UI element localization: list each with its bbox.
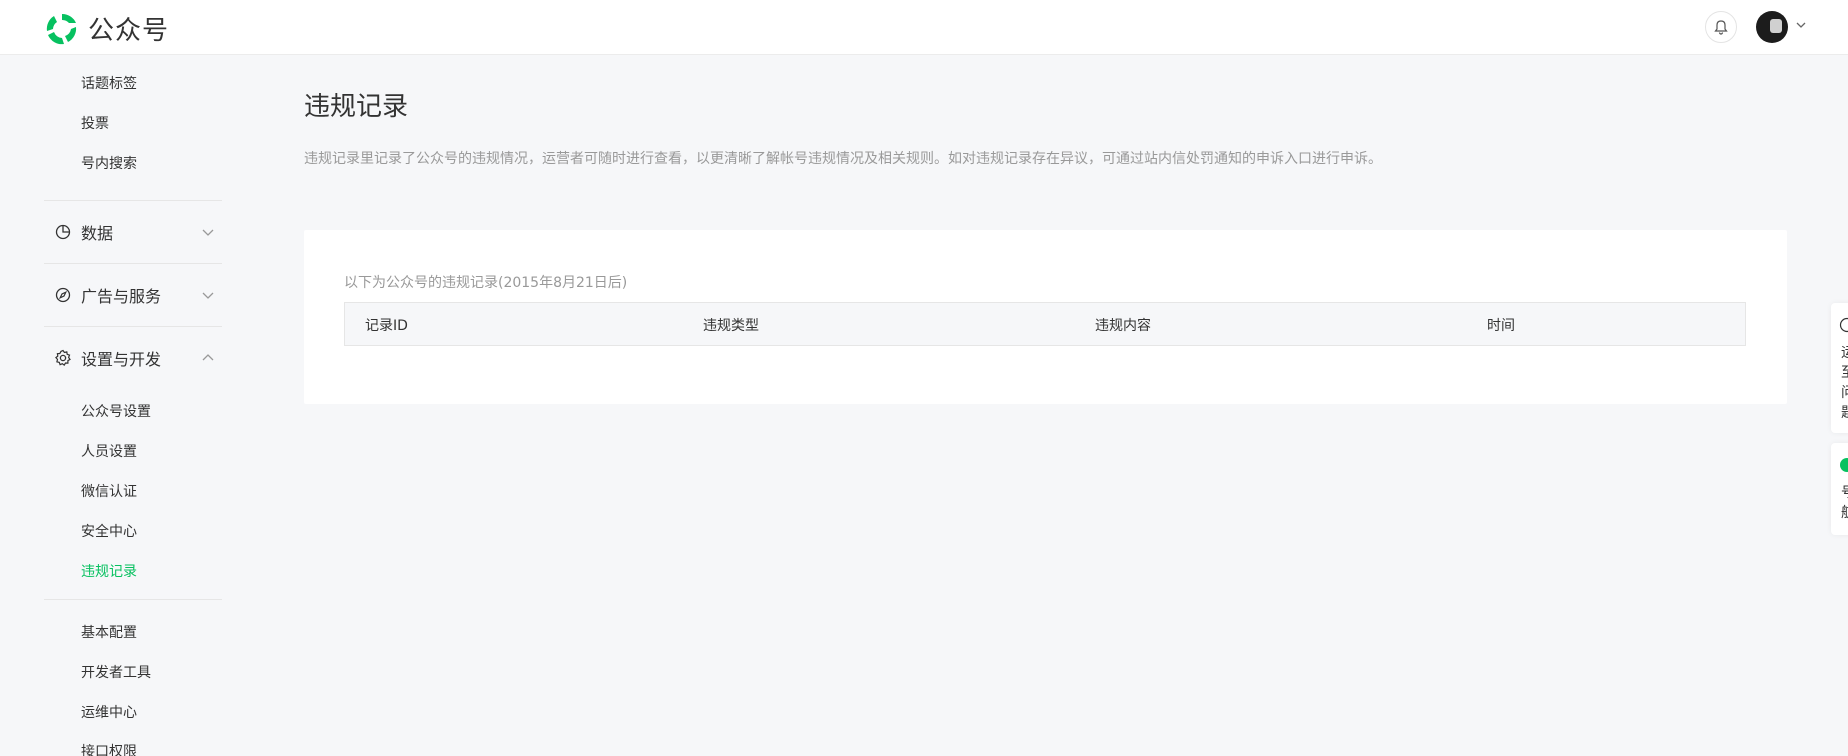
green-dot-icon	[1840, 458, 1848, 472]
chevron-down-icon	[202, 229, 214, 236]
floating-text: 问	[1841, 383, 1848, 403]
sidebar-item-api-permissions[interactable]: 接口权限	[81, 741, 137, 756]
sidebar-item-ops-center[interactable]: 运维中心	[81, 702, 137, 722]
sidebar-item-violation-records[interactable]: 违规记录	[81, 561, 137, 581]
sidebar-item-security-center[interactable]: 安全中心	[81, 521, 137, 541]
violation-records-card: 以下为公众号的违规记录(2015年8月21日后) 记录ID 违规类型 违规内容 …	[304, 230, 1787, 404]
sidebar-divider	[44, 200, 222, 201]
sidebar-item-dev-tools[interactable]: 开发者工具	[81, 662, 151, 682]
sidebar-group-data[interactable]: 数据	[44, 218, 222, 246]
floating-help-panel[interactable]: 运 至 问 题	[1831, 303, 1848, 433]
compass-icon	[53, 285, 73, 305]
chevron-down-icon[interactable]	[1795, 19, 1807, 31]
notification-button[interactable]	[1705, 11, 1737, 43]
app-name: 公众号	[88, 16, 170, 46]
sidebar-group-label: 广告与服务	[81, 287, 162, 306]
sidebar-group-label: 数据	[81, 224, 114, 243]
top-bar: 公众号	[0, 0, 1848, 55]
chevron-down-icon	[202, 292, 214, 299]
table-header-content: 违规内容	[1095, 318, 1151, 334]
wechat-logo-icon	[46, 13, 77, 44]
logo[interactable]: 公众号	[44, 10, 169, 47]
table-header-type: 违规类型	[703, 318, 759, 334]
floating-text: 运	[1841, 343, 1848, 363]
table-header-time: 时间	[1487, 318, 1515, 334]
sidebar-divider	[44, 599, 222, 600]
chevron-up-icon	[202, 354, 214, 361]
pie-chart-icon	[53, 222, 73, 242]
records-table-header: 记录ID 违规类型 违规内容 时间	[344, 302, 1746, 346]
sidebar-item-account-settings[interactable]: 公众号设置	[81, 401, 151, 421]
page-title: 违规记录	[304, 92, 409, 122]
sidebar-group-settings[interactable]: 设置与开发	[44, 344, 222, 372]
sidebar-group-label: 设置与开发	[81, 350, 162, 369]
sidebar-divider	[44, 263, 222, 264]
bell-icon	[1714, 20, 1728, 35]
avatar[interactable]	[1756, 11, 1788, 43]
floating-text: 航	[1841, 503, 1848, 523]
gear-icon	[53, 348, 73, 368]
sidebar-group-ads[interactable]: 广告与服务	[44, 281, 222, 309]
floating-nav-panel[interactable]: 号 航	[1831, 443, 1848, 535]
sidebar-divider	[44, 326, 222, 327]
floating-text: 题	[1841, 403, 1848, 423]
table-header-record-id: 记录ID	[365, 318, 408, 334]
floating-text: 号	[1841, 483, 1848, 503]
sidebar-item-basic-config[interactable]: 基本配置	[81, 622, 137, 642]
sidebar-item-search[interactable]: 号内搜索	[81, 153, 137, 173]
card-caption: 以下为公众号的违规记录(2015年8月21日后)	[344, 275, 628, 291]
page-description: 违规记录里记录了公众号的违规情况，运营者可随时进行查看，以更清晰了解帐号违规情况…	[304, 151, 1382, 167]
question-icon	[1839, 317, 1848, 333]
floating-text: 至	[1841, 363, 1848, 383]
sidebar-item-member-settings[interactable]: 人员设置	[81, 441, 137, 461]
sidebar-item-wechat-verify[interactable]: 微信认证	[81, 481, 137, 501]
sidebar-item-vote[interactable]: 投票	[81, 113, 109, 133]
sidebar-item-topic-tags[interactable]: 话题标签	[81, 73, 137, 93]
